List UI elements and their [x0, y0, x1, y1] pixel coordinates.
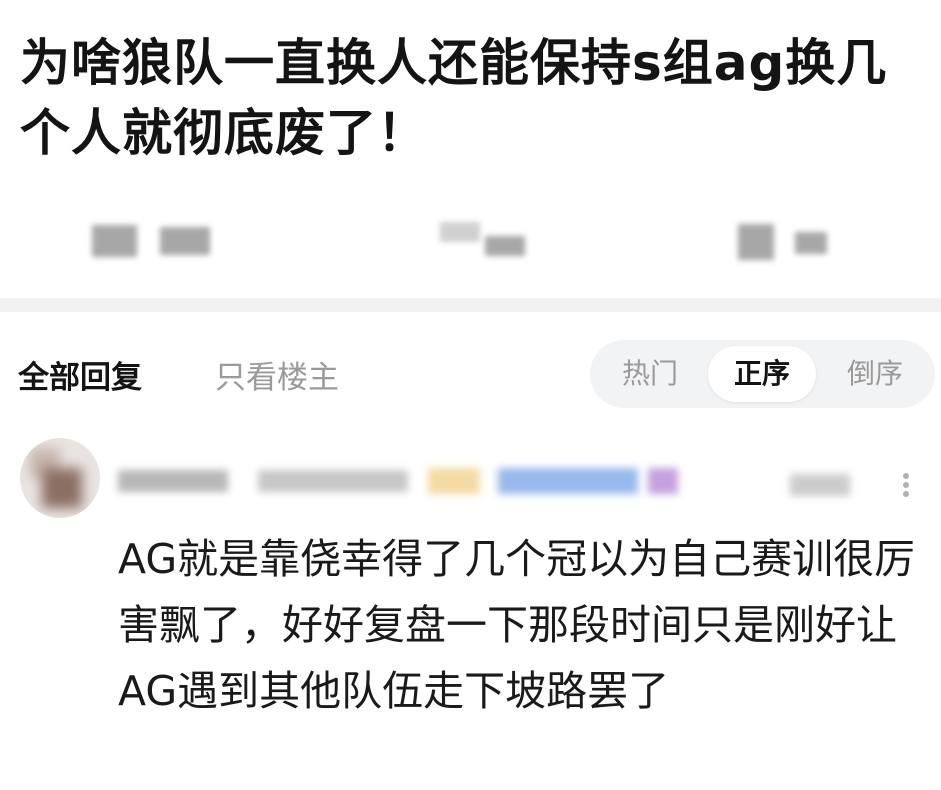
more-vertical-icon[interactable]: [895, 470, 917, 500]
sort-descending-button[interactable]: 倒序: [820, 340, 930, 408]
comment-like-blurred[interactable]: [790, 474, 850, 496]
comment-text: AG就是靠侥幸得了几个冠以为自己赛训很厉害飘了，好好复盘一下那段时间只是刚好让A…: [118, 535, 916, 715]
action-blur-1[interactable]: [92, 225, 137, 257]
tab-op-only[interactable]: 只看楼主: [215, 352, 339, 397]
action-blur-3[interactable]: [440, 222, 480, 242]
sort-toggle-group: 热门 正序 倒序: [590, 340, 935, 408]
action-blur-6[interactable]: [795, 232, 827, 254]
user-badge-purple: [648, 468, 678, 494]
action-blur-4[interactable]: [485, 236, 525, 256]
avatar[interactable]: [20, 438, 100, 518]
username-blurred[interactable]: [118, 470, 228, 492]
username-blurred-2: [258, 470, 408, 492]
post-detail-page: 为啥狼队一直换人还能保持s组ag换几个人就彻底废了！ 全部回复 只看楼主 热门 …: [0, 0, 941, 790]
post-action-bar-blurred: [0, 210, 941, 270]
section-divider: [0, 298, 941, 312]
user-badge-level: [428, 468, 480, 494]
post-title: 为啥狼队一直换人还能保持s组ag换几个人就彻底废了！: [20, 34, 888, 162]
action-blur-2[interactable]: [160, 227, 210, 255]
user-badge-blue: [498, 468, 638, 494]
action-blur-5[interactable]: [738, 224, 774, 260]
sort-hot-button[interactable]: 热门: [596, 340, 704, 408]
tab-all-replies[interactable]: 全部回复: [18, 352, 142, 397]
sort-ascending-button[interactable]: 正序: [708, 346, 816, 402]
comment-item: AG就是靠侥幸得了几个冠以为自己赛训很厉害飘了，好好复盘一下那段时间只是刚好让A…: [0, 430, 941, 790]
avatar-blur-dark: [42, 468, 82, 508]
reply-filter-bar: 全部回复 只看楼主 热门 正序 倒序: [0, 330, 941, 416]
